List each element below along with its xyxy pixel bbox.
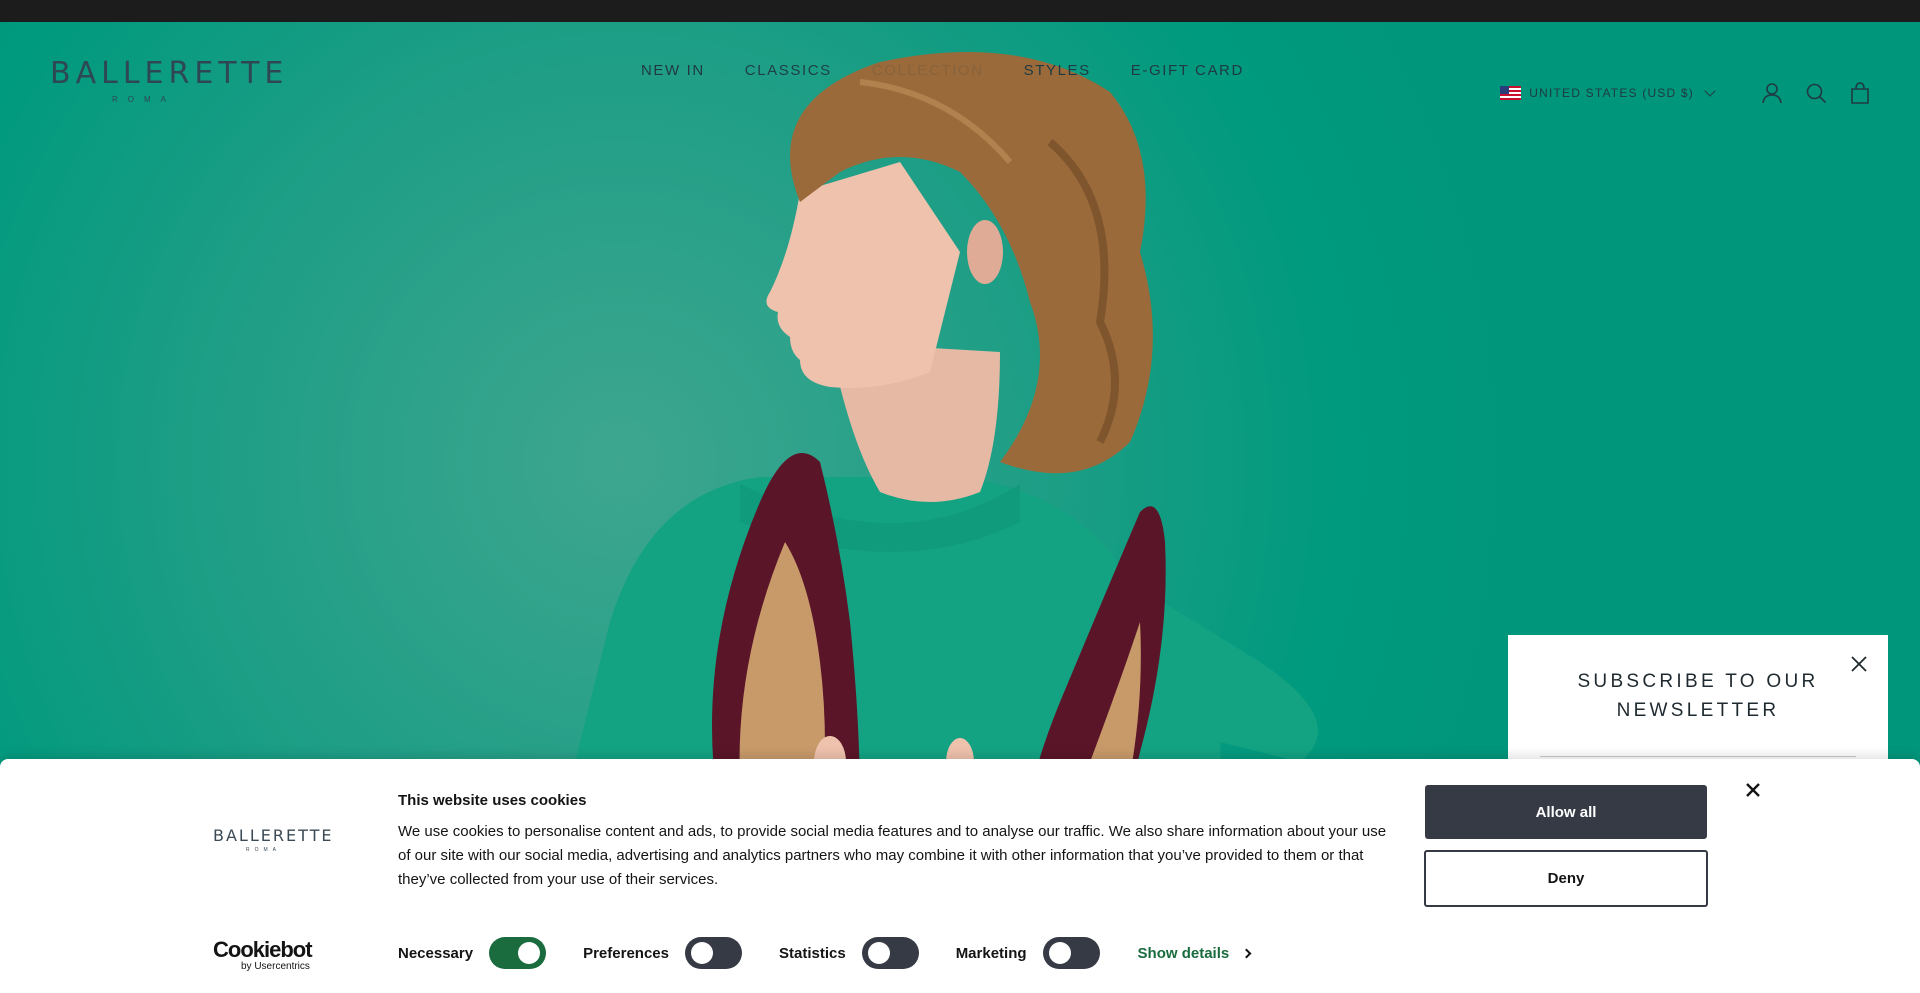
cookiebot-subtitle: by Usercentrics (241, 961, 310, 972)
toggle-knob (1048, 942, 1071, 964)
cookie-brand-logo: BALLERETTE ROMA (213, 826, 334, 866)
header-utilities: UNITED STATES (USD $) (1500, 82, 1872, 104)
toggle-knob (867, 942, 890, 964)
cookie-logo-wordmark: BALLERETTE (213, 826, 334, 845)
toggle-knob (518, 942, 541, 964)
nav-e-gift-card[interactable]: E-GIFT CARD (1131, 62, 1244, 79)
consent-preferences: Preferences (583, 937, 742, 969)
preferences-toggle[interactable] (684, 937, 742, 969)
brand-logo[interactable]: BALLERETTE ROMA (50, 40, 283, 110)
consent-label: Preferences (583, 944, 669, 962)
deny-button[interactable]: Deny (1424, 850, 1708, 907)
nav-styles[interactable]: STYLES (1024, 62, 1091, 79)
cookie-logo-subtitle: ROMA (246, 847, 281, 853)
cookiebot-logo[interactable]: Cookiebot by Usercentrics (213, 937, 313, 972)
announcement-bar (0, 0, 1920, 22)
cart-icon[interactable] (1848, 81, 1872, 105)
newsletter-title-line2: NEWSLETTER (1616, 700, 1780, 721)
consent-label: Marketing (955, 944, 1027, 962)
consent-statistics: Statistics (779, 937, 919, 969)
show-details-label: Show details (1137, 944, 1230, 962)
marketing-toggle[interactable] (1042, 937, 1100, 969)
nav-new-in[interactable]: NEW IN (641, 62, 705, 79)
logo-wordmark: BALLERETTE (50, 56, 289, 91)
locale-selector[interactable]: UNITED STATES (USD $) (1500, 85, 1716, 100)
nav-collection[interactable]: COLLECTION (872, 62, 984, 79)
us-flag-icon (1500, 86, 1522, 100)
consent-marketing: Marketing (956, 937, 1100, 969)
consent-categories: Necessary Preferences Statistics Marketi… (398, 937, 1252, 969)
cookiebot-wordmark: Cookiebot (213, 937, 313, 962)
close-icon[interactable] (1848, 653, 1870, 675)
consent-label: Statistics (778, 944, 846, 962)
logo-subtitle: ROMA (112, 95, 176, 104)
locale-label: UNITED STATES (USD $) (1529, 86, 1694, 100)
chevron-right-icon (1241, 948, 1252, 958)
toggle-knob (690, 942, 713, 964)
cookie-consent-banner: BALLERETTE ROMA This website uses cookie… (0, 759, 1920, 993)
statistics-toggle[interactable] (861, 937, 919, 969)
main-navigation: NEW IN CLASSICS COLLECTION STYLES E-GIFT… (641, 62, 1284, 79)
newsletter-title: SUBSCRIBE TO OUR NEWSLETTER (1508, 667, 1888, 725)
account-icon[interactable] (1760, 81, 1784, 105)
allow-all-button[interactable]: Allow all (1425, 785, 1707, 839)
newsletter-title-line1: SUBSCRIBE TO OUR (1577, 671, 1819, 692)
show-details-link[interactable]: Show details (1137, 944, 1252, 962)
cookie-description: We use cookies to personalise content an… (398, 823, 1387, 888)
consent-label: Necessary (398, 944, 474, 962)
cookie-title: This website uses cookies (398, 792, 587, 809)
newsletter-popup: SUBSCRIBE TO OUR NEWSLETTER (1508, 635, 1888, 775)
chevron-down-icon (1704, 85, 1716, 97)
nav-classics[interactable]: CLASSICS (745, 62, 832, 79)
close-icon[interactable] (1742, 779, 1764, 801)
site-header: BALLERETTE ROMA NEW IN CLASSICS COLLECTI… (0, 22, 1920, 122)
necessary-toggle[interactable] (489, 937, 547, 969)
search-icon[interactable] (1804, 81, 1828, 105)
consent-necessary: Necessary (398, 937, 547, 969)
